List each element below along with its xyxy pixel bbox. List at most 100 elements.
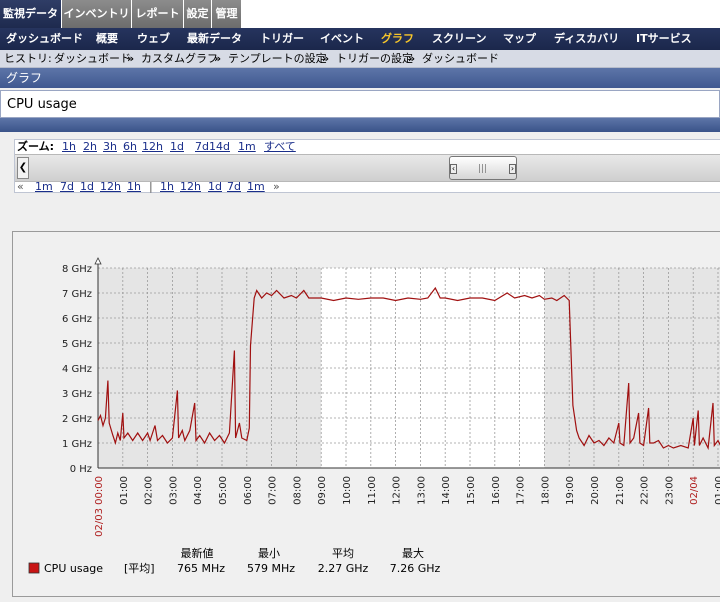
x-tick-label: 21:00 bbox=[615, 476, 626, 505]
zoom-option-9[interactable]: すべて bbox=[264, 140, 296, 154]
x-tick-label: 01:00 bbox=[119, 476, 130, 505]
zoom-panel: ズーム: 1h 2h 3h 6h 12h 1d 7d 14d 1m すべて ❮ ‹ ||| › «… bbox=[14, 139, 720, 193]
x-tick-label: 09:00 bbox=[317, 476, 328, 505]
y-tick-label: 1 GHz bbox=[62, 439, 92, 450]
y-tick-label: 5 GHz bbox=[62, 339, 92, 350]
graph-title-box: CPU usage bbox=[0, 90, 720, 118]
menu-item-7[interactable]: スクリーン bbox=[432, 28, 486, 50]
cpu-usage-chart: 0 Hz 1 GHz 2 GHz 3 GHz 4 GHz 5 GHz 6 GHz 7 GHz 8… bbox=[28, 257, 720, 575]
history-link-4[interactable]: ダッシュボード bbox=[422, 50, 499, 67]
x-tick-label: 05:00 bbox=[218, 476, 229, 505]
menu-item-1[interactable]: 概要 bbox=[96, 28, 118, 50]
scroll-left-icon[interactable]: ❮ bbox=[17, 157, 29, 179]
x-tick-label: 02:00 bbox=[144, 476, 155, 505]
x-tick-label: 13:00 bbox=[416, 476, 427, 505]
nav-back-4[interactable]: 1h bbox=[127, 180, 141, 194]
nav-back-0[interactable]: 1m bbox=[35, 180, 53, 194]
zoom-option-2[interactable]: 3h bbox=[103, 140, 117, 154]
zoom-option-8[interactable]: 1m bbox=[238, 140, 256, 154]
zoom-option-0[interactable]: 1h bbox=[62, 140, 76, 154]
top-tab-2[interactable]: レポート bbox=[132, 0, 184, 28]
zoom-option-5[interactable]: 1d bbox=[170, 140, 184, 154]
zoom-option-7[interactable]: 14d bbox=[209, 140, 230, 154]
legend-avg-value: 2.27 GHz bbox=[318, 562, 369, 575]
main-menu: ダッシュボード 概要 ウェブ 最新データ トリガー イベント グラフ スクリーン マップ ディスカ… bbox=[0, 28, 720, 50]
nav-back-2[interactable]: 1d bbox=[80, 180, 94, 194]
resize-left-icon[interactable]: ‹ bbox=[450, 164, 457, 174]
legend-max-value: 7.26 GHz bbox=[390, 562, 441, 575]
menu-item-5[interactable]: イベント bbox=[320, 28, 364, 50]
top-tab-3[interactable]: 設定 bbox=[184, 0, 212, 28]
y-tick-label: 7 GHz bbox=[62, 289, 92, 300]
zoom-option-3[interactable]: 6h bbox=[123, 140, 137, 154]
nav-forward-0[interactable]: 1h bbox=[160, 180, 174, 194]
legend-header-avg: 平均 bbox=[332, 547, 354, 560]
legend-header-min: 最小 bbox=[258, 547, 280, 560]
y-tick-label: 8 GHz bbox=[62, 264, 92, 275]
top-tabs: 監視データ インベントリ レポート 設定 管理 bbox=[0, 0, 720, 29]
x-tick-label: 08:00 bbox=[292, 476, 303, 505]
graph-toolbar-bar bbox=[0, 118, 720, 132]
x-tick-label: 20:00 bbox=[590, 476, 601, 505]
x-tick-label: 07:00 bbox=[268, 476, 279, 505]
menu-item-9[interactable]: ディスカバリ bbox=[554, 28, 619, 50]
legend-min-value: 579 MHz bbox=[247, 562, 295, 575]
nav-forward-4[interactable]: 1m bbox=[247, 180, 265, 194]
resize-right-icon[interactable]: › bbox=[509, 164, 516, 174]
x-tick-label: 17:00 bbox=[516, 476, 527, 505]
history-label: ヒストリ: bbox=[4, 52, 52, 65]
graph-panel: 0 Hz 1 GHz 2 GHz 3 GHz 4 GHz 5 GHz 6 GHz 7 GHz 8… bbox=[12, 231, 720, 597]
timeline-scrollbar[interactable]: ❮ ‹ ||| › bbox=[15, 154, 720, 182]
top-tab-0[interactable]: 監視データ bbox=[0, 0, 62, 28]
x-tick-label: 06:00 bbox=[243, 476, 254, 505]
x-tick-label: 04:00 bbox=[193, 476, 204, 505]
zoom-option-1[interactable]: 2h bbox=[83, 140, 97, 154]
x-tick-label: 12:00 bbox=[392, 476, 403, 505]
legend-color-swatch bbox=[28, 562, 40, 574]
x-tick-label: 10:00 bbox=[342, 476, 353, 505]
nav-forward-3[interactable]: 7d bbox=[227, 180, 241, 194]
nav-forward-1[interactable]: 12h bbox=[180, 180, 201, 194]
graph-title: CPU usage bbox=[7, 97, 77, 112]
nav-back-3[interactable]: 12h bbox=[100, 180, 121, 194]
x-tick-label: 19:00 bbox=[565, 476, 576, 505]
history-separator: » bbox=[322, 52, 330, 65]
period-slider-handle[interactable]: ‹ ||| › bbox=[449, 156, 517, 180]
history-separator: » bbox=[408, 52, 416, 65]
y-tick-label: 6 GHz bbox=[62, 314, 92, 325]
nav-divider: | bbox=[149, 180, 153, 193]
menu-item-6[interactable]: グラフ bbox=[381, 28, 414, 50]
history-link-0[interactable]: ダッシュボード bbox=[54, 50, 131, 67]
menu-item-3[interactable]: 最新データ bbox=[187, 28, 242, 50]
nav-back-1[interactable]: 7d bbox=[60, 180, 74, 194]
x-tick-label: 02/03 00:00 bbox=[94, 476, 105, 537]
x-tick-label: 14:00 bbox=[441, 476, 452, 505]
x-tick-label: 15:00 bbox=[466, 476, 477, 505]
x-tick-label: 01:00 bbox=[714, 476, 720, 505]
menu-item-4[interactable]: トリガー bbox=[260, 28, 304, 50]
zoom-option-6[interactable]: 7d bbox=[195, 140, 209, 154]
zoom-label: ズーム: bbox=[17, 140, 55, 153]
history-link-1[interactable]: カスタムグラフ bbox=[141, 50, 218, 67]
y-tick-label: 4 GHz bbox=[62, 364, 92, 375]
zoom-option-4[interactable]: 12h bbox=[142, 140, 163, 154]
history-link-3[interactable]: トリガーの設定 bbox=[336, 50, 413, 67]
grip-icon: ||| bbox=[478, 164, 488, 174]
menu-item-0[interactable]: ダッシュボード bbox=[6, 28, 83, 50]
nav-forward-2[interactable]: 1d bbox=[208, 180, 222, 194]
y-tick-label: 0 Hz bbox=[70, 464, 92, 475]
legend-header-last: 最新値 bbox=[181, 546, 214, 560]
menu-item-8[interactable]: マップ bbox=[503, 28, 536, 50]
nav-forward-arrows: » bbox=[273, 180, 280, 193]
menu-item-2[interactable]: ウェブ bbox=[137, 28, 170, 50]
history-link-2[interactable]: テンプレートの設定 bbox=[228, 50, 327, 67]
y-tick-label: 2 GHz bbox=[62, 414, 92, 425]
y-tick-label: 3 GHz bbox=[62, 389, 92, 400]
top-tab-1[interactable]: インベントリ bbox=[62, 0, 132, 28]
x-tick-label: 18:00 bbox=[540, 476, 551, 505]
x-tick-label: 02/04 bbox=[689, 476, 700, 505]
section-title: グラフ bbox=[6, 71, 43, 85]
breadcrumb: ヒストリ: ダッシュボード» カスタムグラフ» テンプレートの設定» トリガーの設定»… bbox=[0, 50, 720, 68]
menu-item-10[interactable]: ITサービス bbox=[636, 28, 692, 50]
top-tab-4[interactable]: 管理 bbox=[212, 0, 242, 28]
